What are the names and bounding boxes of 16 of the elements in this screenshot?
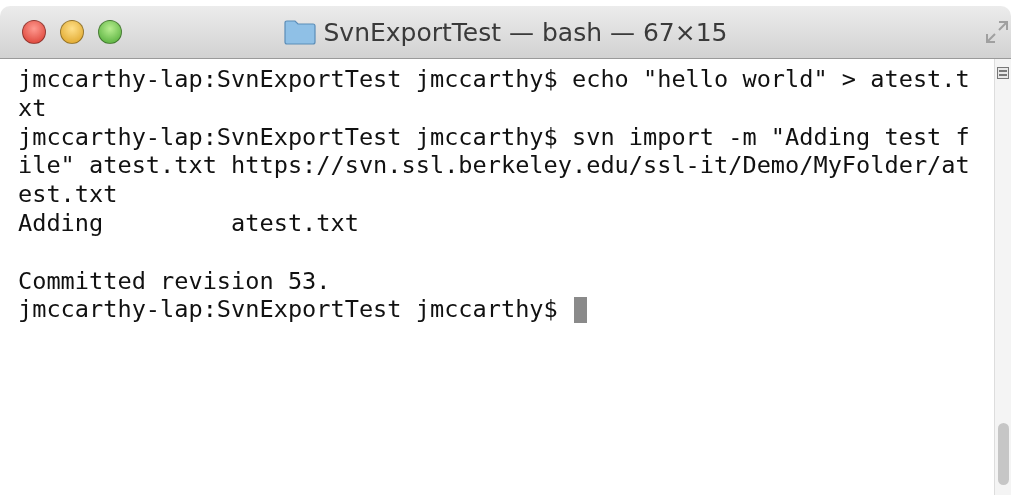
terminal-line: est.txt — [18, 180, 118, 209]
close-button[interactable] — [22, 20, 46, 44]
split-pane-icon[interactable] — [997, 67, 1009, 79]
folder-icon — [283, 19, 316, 45]
terminal-line: jmccarthy-lap:SvnExportTest jmccarthy$ — [18, 295, 558, 325]
terminal-line: Adding atest.txt — [18, 209, 359, 238]
zoom-button[interactable] — [98, 20, 122, 44]
terminal-line: jmccarthy-lap:SvnExportTest jmccarthy$ svn import -m "Adding test f — [18, 122, 970, 152]
terminal-line: xt — [18, 93, 47, 123]
window-title: SvnExportTest — bash — 67×15 — [323, 17, 728, 47]
fullscreen-arrows-icon[interactable] — [985, 20, 1009, 44]
terminal-line: ile" atest.txt https://svn.ssl.berkeley.edu/ssl-it/Demo/MyFolder/at — [18, 151, 970, 181]
scrollbar-thumb[interactable] — [997, 423, 1009, 485]
minimize-button[interactable] — [60, 20, 84, 44]
terminal-line: jmccarthy-lap:SvnExportTest jmccarthy$ echo "hello world" > atest.t — [18, 65, 970, 94]
terminal-line: Committed revision 53. — [18, 266, 331, 296]
